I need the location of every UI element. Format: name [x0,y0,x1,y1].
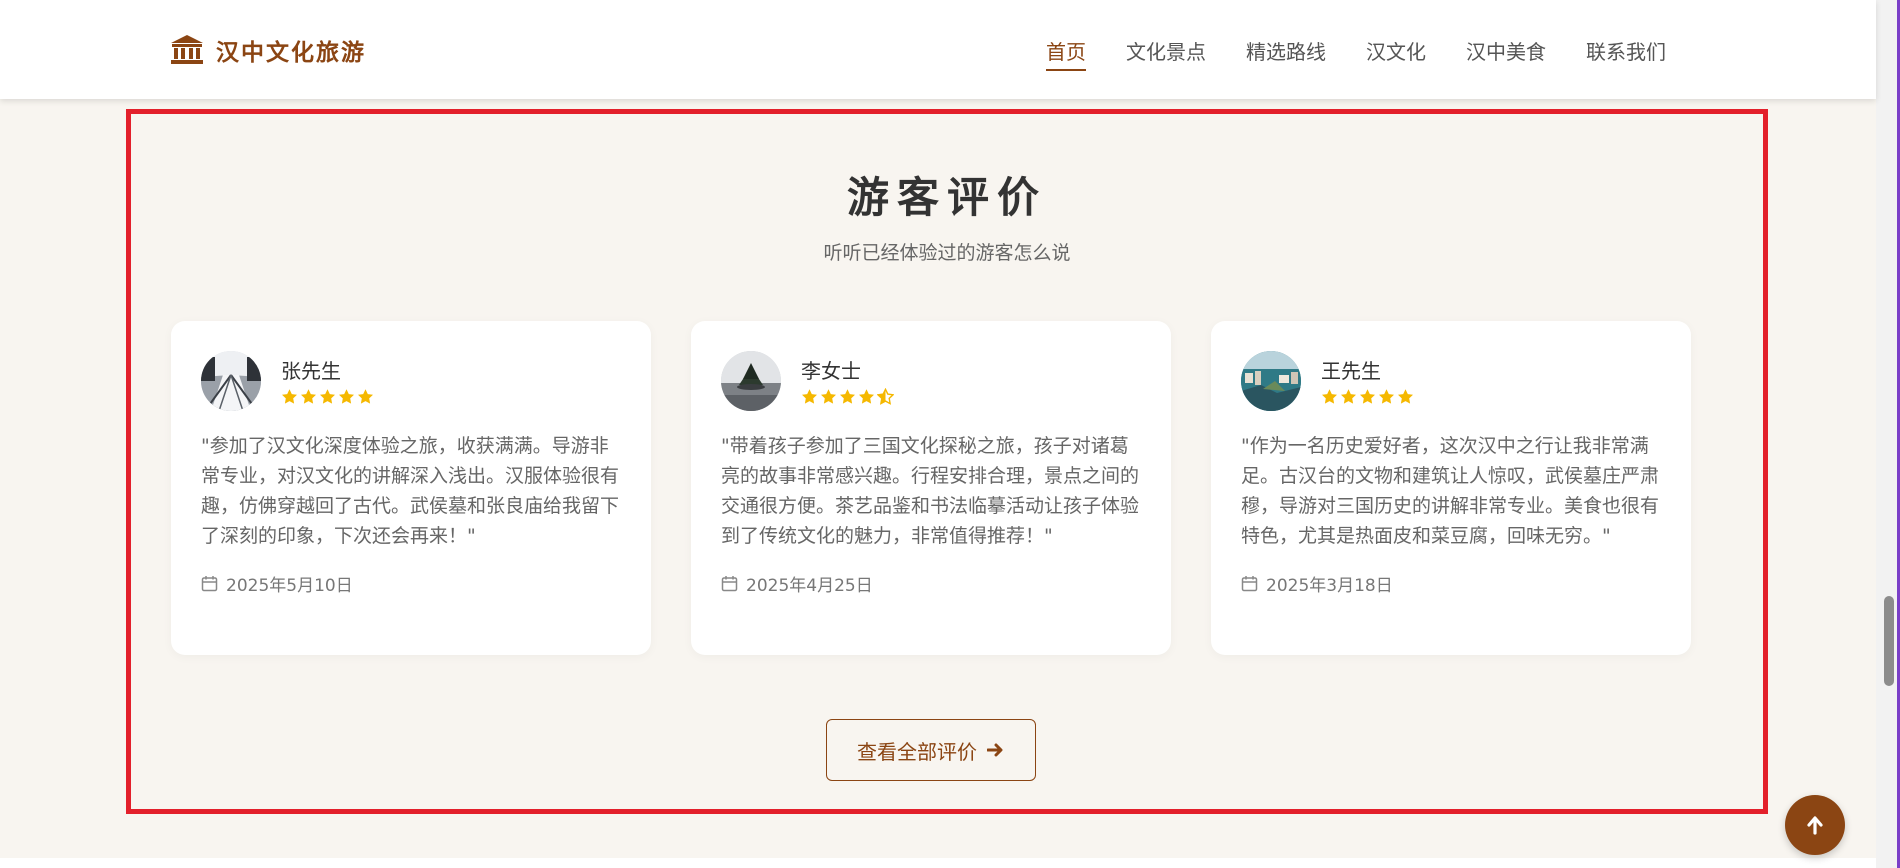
reviewer-name: 王先生 [1321,358,1381,383]
testimonials-section: 游客评价 听听已经体验过的游客怎么说 张先生 "参加了汉文化深度体验之旅，收获满… [126,109,1768,814]
star-icon [358,388,373,404]
star-icon [821,388,836,404]
island-tree-photo [721,351,781,411]
review-date-text: 2025年4月25日 [746,576,873,596]
view-all-label: 查看全部评价 [857,739,977,764]
arrow-up-icon [1807,816,1823,835]
avatar [721,351,781,411]
review-date-text: 2025年5月10日 [226,576,353,596]
star-icon [1398,388,1413,404]
review-meta: 王先生 [1321,358,1414,405]
section-subtitle: 听听已经体验过的游客怎么说 [823,242,1071,264]
calendar-icon [1241,576,1258,592]
logo-text: 汉中文化旅游 [216,40,366,66]
review-date: 2025年4月25日 [721,571,1141,596]
site-header: 汉中文化旅游 首页 文化景点 精选路线 汉文化 汉中美食 联系我们 [0,0,1876,99]
main-nav: 首页 文化景点 精选路线 汉文化 汉中美食 联系我们 [1046,36,1666,71]
museum-icon [171,35,203,64]
coastal-city-photo [1241,351,1301,411]
star-icon [859,388,874,404]
star-icon [282,388,297,404]
star-icon [1360,388,1375,404]
section-title: 游客评价 [846,173,1047,222]
nav-item-han-culture[interactable]: 汉文化 [1366,36,1426,71]
calendar-icon [721,576,738,592]
nav-item-food[interactable]: 汉中美食 [1466,36,1546,71]
scrollbar-thumb[interactable] [1884,596,1894,686]
view-all-reviews-button[interactable]: 查看全部评价 [826,719,1036,781]
review-cards: 张先生 "参加了汉文化深度体验之旅，收获满满。导游非常专业，对汉文化的讲解深入浅… [171,321,1691,655]
star-icon [802,388,817,404]
star-icon [320,388,335,404]
reviewer-name: 李女士 [801,358,861,383]
review-card-header: 李女士 [721,351,1141,411]
nav-item-home[interactable]: 首页 [1046,36,1086,71]
review-meta: 李女士 [801,358,894,405]
review-card: 王先生 "作为一名历史爱好者，这次汉中之行让我非常满足。古汉台的文物和建筑让人惊… [1211,321,1691,655]
star-icon [1322,388,1337,404]
avatar [1241,351,1301,411]
avatar [201,351,261,411]
back-to-top-button[interactable] [1785,795,1845,855]
star-icon [339,388,354,404]
arrow-right-icon [987,743,1003,757]
review-meta: 张先生 [281,358,374,405]
star-icon [1341,388,1356,404]
next-section-edge [0,858,1876,868]
star-icon [840,388,855,404]
star-rating [281,388,374,405]
review-card: 张先生 "参加了汉文化深度体验之旅，收获满满。导游非常专业，对汉文化的讲解深入浅… [171,321,651,655]
review-text: "参加了汉文化深度体验之旅，收获满满。导游非常专业，对汉文化的讲解深入浅出。汉服… [201,435,620,547]
site-logo[interactable]: 汉中文化旅游 [170,33,366,67]
star-rating [801,387,894,405]
nav-item-routes[interactable]: 精选路线 [1246,36,1326,71]
review-card-header: 张先生 [201,351,621,411]
review-date-text: 2025年3月18日 [1266,576,1393,596]
star-icon [301,388,316,404]
half-star-icon [877,387,894,405]
review-date: 2025年3月18日 [1241,571,1661,596]
star-icon [1379,388,1394,404]
calendar-icon [201,576,218,592]
reviewer-name: 张先生 [281,358,341,383]
review-card-header: 王先生 [1241,351,1661,411]
review-date: 2025年5月10日 [201,571,621,596]
review-text: "带着孩子参加了三国文化探秘之旅，孩子对诸葛亮的故事非常感兴趣。行程安排合理，景… [721,435,1140,547]
building-corridor-photo [201,351,261,411]
nav-item-contact[interactable]: 联系我们 [1586,36,1666,71]
nav-item-attractions[interactable]: 文化景点 [1126,36,1206,71]
review-text: "作为一名历史爱好者，这次汉中之行让我非常满足。古汉台的文物和建筑让人惊叹，武侯… [1241,435,1660,547]
review-card: 李女士 "带着孩子参加了三国文化探秘之旅，孩子对诸葛亮的故事非常感兴趣。行程安排… [691,321,1171,655]
star-rating [1321,388,1414,405]
